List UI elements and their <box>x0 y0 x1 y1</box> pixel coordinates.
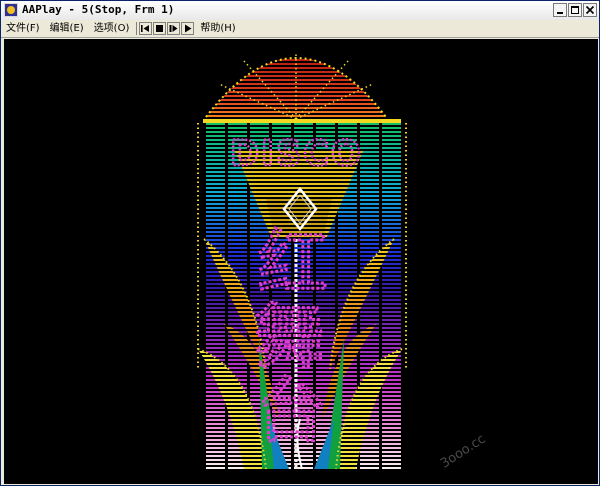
menu-bar: 文件(F) 编辑(E) 选项(O) 帮助(H) <box>1 20 599 38</box>
neon-char-1: 红 <box>258 222 328 304</box>
disco-neon-text: DISCO <box>230 134 363 174</box>
disco-artwork: DISCO 红 舞 台 <box>197 54 407 470</box>
close-icon <box>585 5 595 15</box>
stop-button[interactable] <box>153 22 167 35</box>
aaplay-app-icon <box>4 3 18 17</box>
menu-edit[interactable]: 编辑(E) <box>45 20 89 37</box>
maximize-icon <box>571 6 579 14</box>
animation-canvas: DISCO 红 舞 台 3ooo.cc <box>4 39 598 484</box>
menu-help[interactable]: 帮助(H) <box>195 20 240 37</box>
step-forward-icon <box>169 25 178 32</box>
play-button[interactable] <box>181 22 195 35</box>
menu-file[interactable]: 文件(F) <box>1 20 45 37</box>
window-title: AAPlay - 5(Stop, Frm 1) <box>22 3 175 16</box>
minimize-button[interactable] <box>553 3 567 17</box>
rewind-icon <box>141 25 150 32</box>
maximize-button[interactable] <box>568 3 582 17</box>
stop-icon <box>156 25 164 32</box>
title-bar[interactable]: AAPlay - 5(Stop, Frm 1) <box>1 1 599 21</box>
aaplay-window: AAPlay - 5(Stop, Frm 1) 文件(F) 编辑(E) 选项(O… <box>0 0 600 486</box>
menu-options[interactable]: 选项(O) <box>89 20 135 37</box>
minimize-icon <box>557 12 563 14</box>
rewind-button[interactable] <box>139 22 153 35</box>
toolbar-separator <box>136 22 138 35</box>
close-button[interactable] <box>583 3 597 17</box>
neon-char-2: 舞 <box>254 296 324 378</box>
play-icon <box>185 24 192 33</box>
neon-char-3: 台 <box>256 370 326 452</box>
step-forward-button[interactable] <box>167 22 181 35</box>
